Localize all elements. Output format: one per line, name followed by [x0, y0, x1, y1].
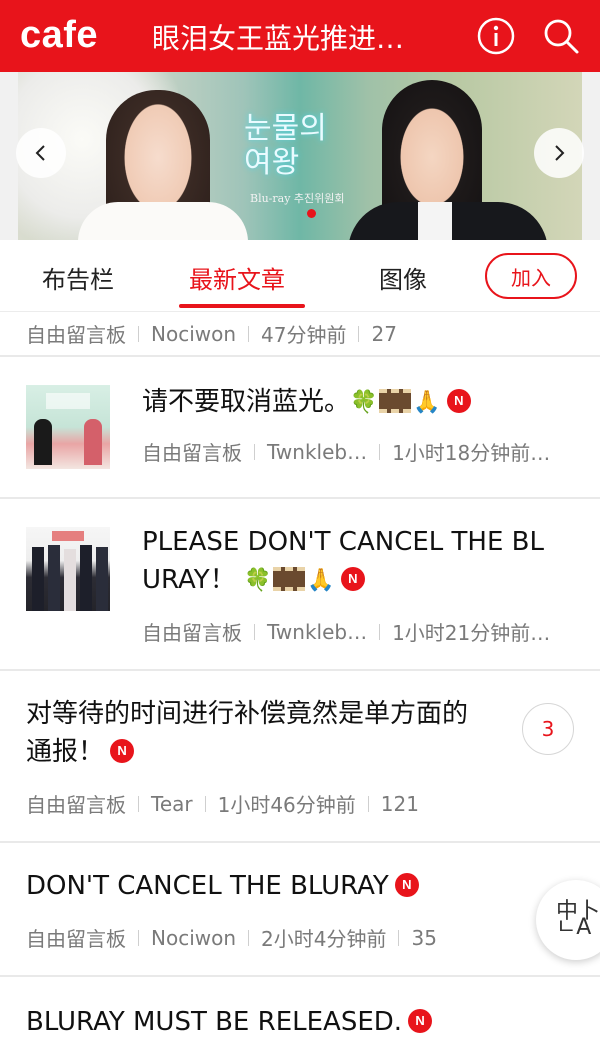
- post-views: 121: [380, 791, 419, 816]
- folded-hands-emoji: 🙏: [413, 389, 441, 415]
- chevron-right-icon[interactable]: [534, 128, 584, 178]
- post-title[interactable]: BLURAY MUST BE RELEASED. N: [26, 1003, 433, 1041]
- active-tab-indicator: [179, 304, 305, 308]
- banner-image[interactable]: 눈물의 여왕 Blu-ray 추진위원회: [18, 72, 582, 240]
- new-badge: N: [110, 738, 135, 763]
- post-board: 自由留言板: [26, 793, 126, 817]
- list-item[interactable]: DON'T CANCEL THE BLURAY N 自由留言板 Nociwon 2…: [0, 843, 600, 977]
- list-item[interactable]: 对等待的时间进行补偿竟然是单方面的 通报！ N 3 自由留言板 Tear 1小时4…: [0, 671, 600, 843]
- translate-icon: 中卜 ㄴA: [556, 899, 600, 940]
- new-badge: N: [394, 872, 419, 897]
- clover-emoji: 🍀: [350, 389, 378, 415]
- post-author: Twnkleb…: [267, 619, 368, 644]
- tab-images[interactable]: 图像: [379, 260, 427, 295]
- post-meta: 自由留言板 Nociwon 47分钟前 27: [26, 319, 397, 348]
- post-title[interactable]: 请不要取消蓝光。🍀 🙏 N: [142, 383, 471, 421]
- post-board: 自由留言板: [26, 323, 126, 347]
- post-board: 自由留言板: [26, 927, 126, 951]
- post-time: 1小时21分钟前…: [392, 621, 551, 645]
- film-strip-icon: [273, 566, 306, 591]
- post-title[interactable]: PLEASE DON'T CANCEL THE BL URAY！ 🍀 🙏 N: [142, 523, 582, 599]
- post-list: 自由留言板 Nociwon 47分钟前 27 请不要取消蓝光。🍀 🙏 N 自由留言板…: [0, 313, 600, 1053]
- new-badge: N: [446, 388, 471, 413]
- post-author: Nociwon: [151, 925, 237, 950]
- list-item[interactable]: 自由留言板 Nociwon 47分钟前 27: [0, 313, 600, 357]
- clover-emoji: 🍀: [243, 567, 272, 593]
- new-badge: N: [340, 566, 365, 591]
- carousel-indicator-dot: [307, 209, 316, 218]
- app-header: cafe 眼泪女王蓝光推进…: [0, 0, 600, 72]
- post-meta: 自由留言板 Tear 1小时46分钟前 121: [26, 789, 419, 818]
- tab-latest[interactable]: 最新文章: [189, 260, 285, 295]
- list-item[interactable]: PLEASE DON'T CANCEL THE BL URAY！ 🍀 🙏 N 自由留…: [0, 499, 600, 671]
- post-meta: 自由留言板 Twnkleb… 1小时21分钟前…: [142, 617, 550, 646]
- folded-hands-emoji: 🙏: [307, 567, 335, 593]
- search-icon[interactable]: [541, 16, 581, 56]
- post-author: Tear: [151, 791, 193, 816]
- post-title[interactable]: 对等待的时间进行补偿竟然是单方面的 通报！ N: [26, 695, 506, 771]
- banner-carousel[interactable]: 눈물의 여왕 Blu-ray 추진위원회: [0, 72, 600, 240]
- post-time: 47分钟前: [261, 323, 347, 347]
- post-author: Nociwon: [151, 321, 237, 346]
- post-thumbnail[interactable]: [26, 527, 110, 611]
- film-strip-icon: [379, 388, 412, 413]
- post-meta: 自由留言板 Nociwon 2小时4分钟前 35: [26, 923, 437, 952]
- list-item[interactable]: BLURAY MUST BE RELEASED. N: [0, 977, 600, 1053]
- chevron-left-icon[interactable]: [16, 128, 66, 178]
- post-meta: 自由留言板 Twnkleb… 1小时18分钟前…: [142, 437, 550, 466]
- info-circle-icon[interactable]: [476, 16, 516, 56]
- tab-bulletin[interactable]: 布告栏: [42, 260, 114, 295]
- post-time: 1小时18分钟前…: [392, 441, 551, 465]
- post-time: 2小时4分钟前: [261, 927, 387, 951]
- post-thumbnail[interactable]: [26, 385, 110, 469]
- post-views: 27: [371, 321, 397, 346]
- join-button[interactable]: 加入: [485, 253, 577, 299]
- comment-count-badge[interactable]: 3: [522, 703, 574, 755]
- post-title[interactable]: DON'T CANCEL THE BLURAY N: [26, 867, 419, 905]
- banner-subtitle: Blu-ray 추진위원회: [250, 192, 345, 205]
- post-views: 35: [411, 925, 437, 950]
- post-time: 1小时46分钟前: [217, 793, 356, 817]
- cafe-logo[interactable]: cafe: [20, 14, 98, 57]
- cafe-title: 眼泪女王蓝光推进…: [152, 22, 405, 55]
- new-badge: N: [408, 1008, 433, 1033]
- post-author: Twnkleb…: [267, 439, 368, 464]
- tab-bar: 布告栏 最新文章 图像 加入: [0, 240, 600, 312]
- banner-drama-logo: 눈물의 여왕: [244, 111, 327, 180]
- post-board: 自由留言板: [142, 441, 242, 465]
- post-board: 自由留言板: [142, 621, 242, 645]
- list-item[interactable]: 请不要取消蓝光。🍀 🙏 N 自由留言板 Twnkleb… 1小时18分钟前…: [0, 357, 600, 499]
